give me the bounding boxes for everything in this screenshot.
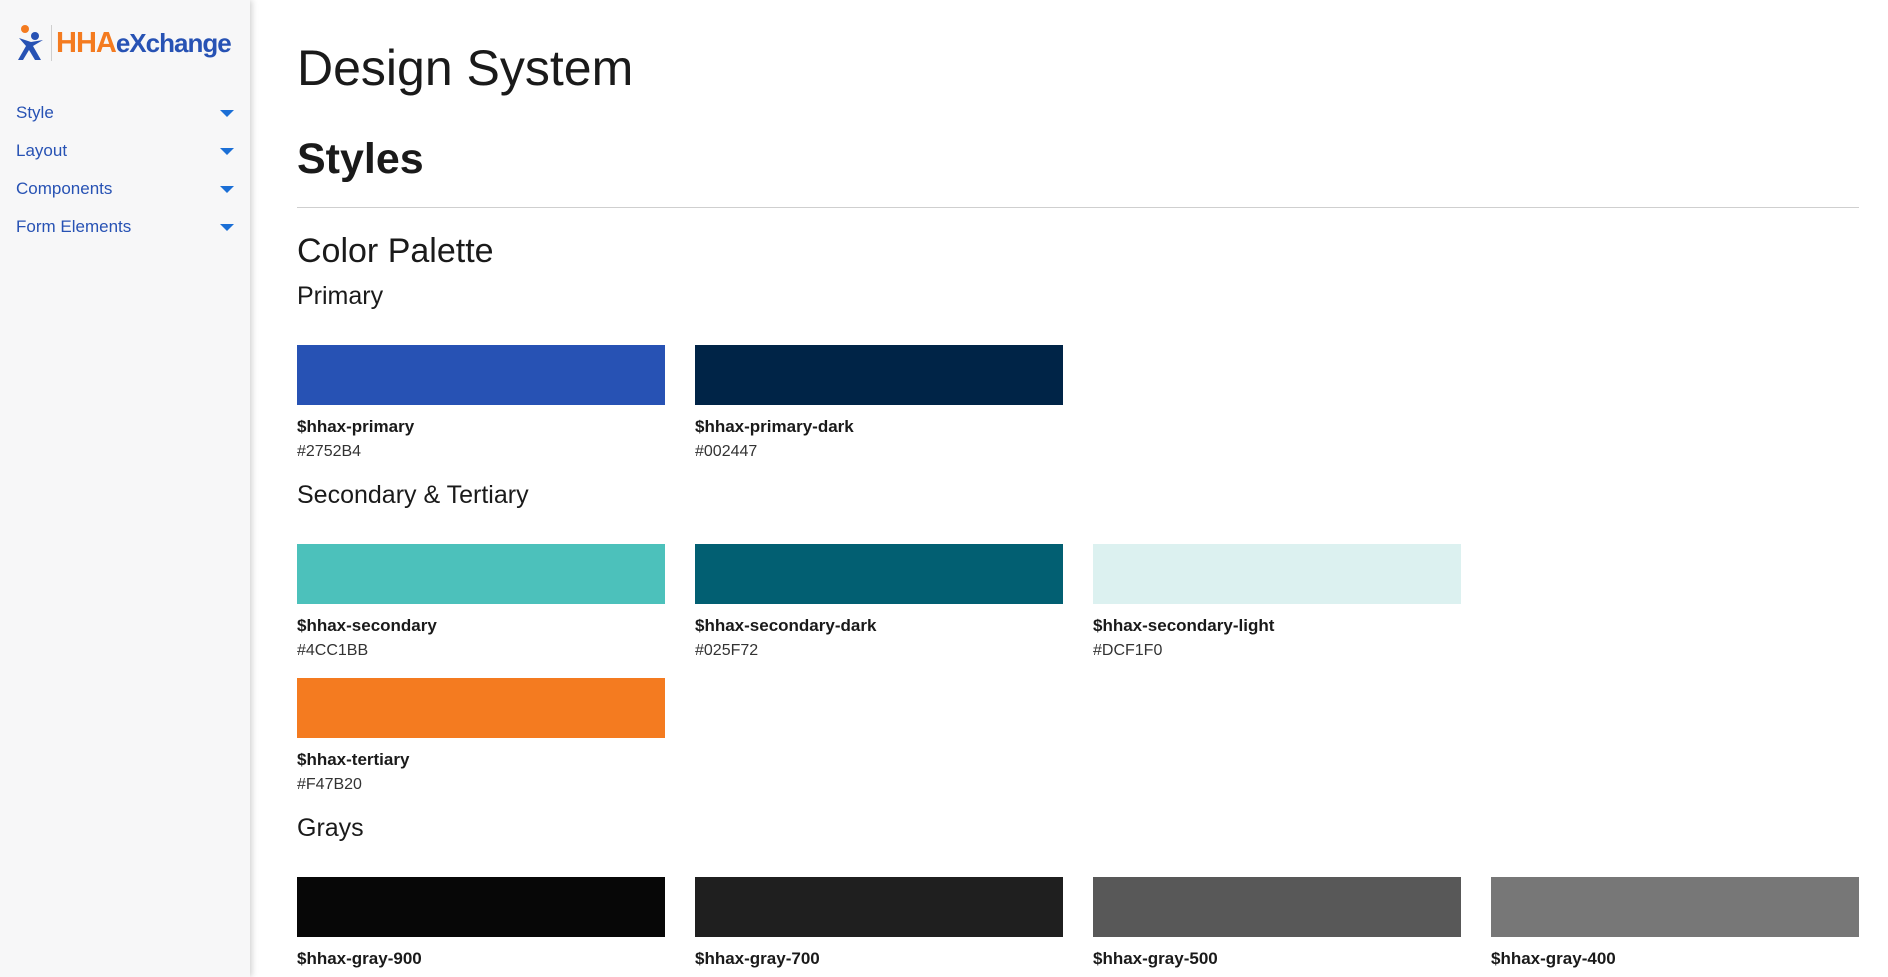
swatch-name: $hhax-tertiary [297,750,410,769]
swatch-gray-700: $hhax-gray-700 [695,877,1063,969]
swatch-name: $hhax-secondary-light [1093,616,1275,635]
swatch-color-bar [695,345,1063,405]
sidebar-item-style[interactable]: Style [0,94,250,132]
palette-title: Color Palette [297,232,494,270]
page-title: Design System [297,40,634,96]
swatch-color-bar [1093,544,1461,604]
swatch-color-bar [297,544,665,604]
swatch-hex: #025F72 [695,642,759,659]
swatch-name: $hhax-primary [297,417,415,436]
swatch-color-bar [1491,877,1859,937]
caret-down-icon [220,109,234,117]
swatch-hex: #2752B4 [297,443,362,460]
section-title: Styles [297,135,424,183]
section-divider [297,207,1859,208]
sidebar-item-label: Style [16,103,54,122]
logo-text-hha: HHA [56,26,117,59]
swatch-primary-dark: $hhax-primary-dark #002447 [695,345,1063,462]
swatch-color-bar [695,544,1063,604]
swatch-name: $hhax-gray-900 [297,949,422,968]
logo-wordmark: HHAeXchange [56,26,232,59]
swatch-name: $hhax-primary-dark [695,417,854,436]
sidebar-nav: Style Layout Components Form Elements [0,94,250,246]
sidebar-item-layout[interactable]: Layout [0,132,250,170]
logo-figure-icon [18,25,43,60]
swatch-hex: #DCF1F0 [1093,642,1163,659]
caret-down-icon [220,185,234,193]
sidebar-item-label: Form Elements [16,217,132,236]
swatch-gray-900: $hhax-gray-900 [297,877,665,969]
swatch-color-bar [695,877,1063,937]
group-title-secondary: Secondary & Tertiary [297,481,529,509]
swatch-name: $hhax-gray-700 [695,949,820,968]
swatch-color-bar [297,678,665,738]
swatch-secondary-light: $hhax-secondary-light #DCF1F0 [1093,544,1461,661]
swatch-gray-400: $hhax-gray-400 [1491,877,1859,969]
sidebar: HHAeXchange Style Layout Components Form… [0,0,250,977]
sidebar-item-components[interactable]: Components [0,170,250,208]
sidebar-item-form-elements[interactable]: Form Elements [0,208,250,246]
brand-logo[interactable]: HHAeXchange [17,22,232,64]
swatch-primary: $hhax-primary #2752B4 [297,345,665,462]
caret-down-icon [220,223,234,231]
sidebar-item-label: Components [16,179,113,198]
group-title-primary: Primary [297,282,384,310]
swatch-color-bar [297,877,665,937]
sidebar-item-label: Layout [16,141,68,160]
swatch-color-bar [297,345,665,405]
caret-down-icon [220,147,234,155]
swatch-name: $hhax-secondary [297,616,437,635]
swatch-color-bar [1093,877,1461,937]
swatch-name: $hhax-gray-500 [1093,949,1218,968]
swatch-name: $hhax-gray-400 [1491,949,1616,968]
group-title-grays: Grays [297,814,364,842]
swatch-hex: #4CC1BB [297,642,369,659]
swatch-hex: #002447 [695,443,758,460]
logo-divider [51,25,52,61]
swatch-gray-500: $hhax-gray-500 [1093,877,1461,969]
swatch-name: $hhax-secondary-dark [695,616,877,635]
logo-text-exchange: eXchange [115,27,232,58]
swatch-secondary-dark: $hhax-secondary-dark #025F72 [695,544,1063,661]
swatch-hex: #F47B20 [297,776,362,793]
swatch-tertiary: $hhax-tertiary #F47B20 [297,678,665,795]
swatch-secondary: $hhax-secondary #4CC1BB [297,544,665,661]
